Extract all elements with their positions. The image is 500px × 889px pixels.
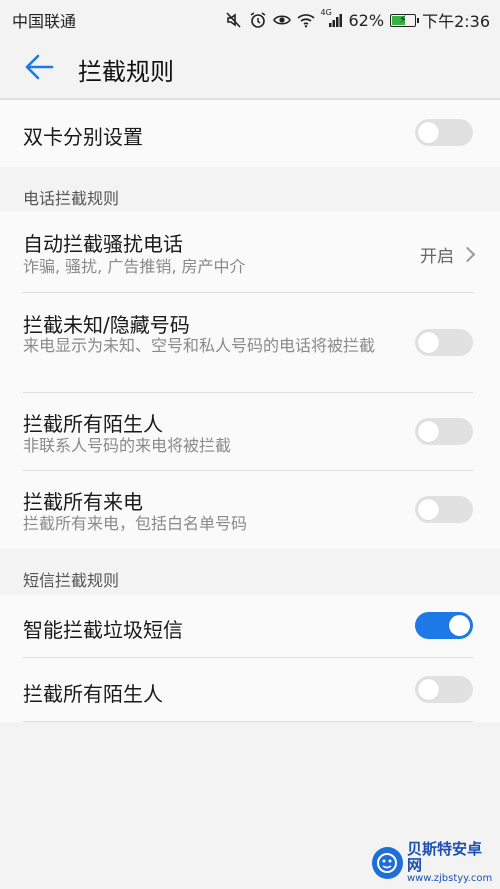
toggle-knob — [418, 332, 439, 353]
watermark: 贝斯特安卓网 www.zjbstyy.com — [372, 841, 494, 884]
carrier-label: 中国联通 — [12, 12, 77, 31]
call-rule-subtitle: 拦截所有来电，包括白名单号码 — [23, 514, 248, 533]
watermark-url: www.zjbstyy.com — [406, 873, 493, 884]
call-rule-strangers[interactable]: 拦截所有陌生人 非联系人号码的来电将被拦截 — [0, 393, 500, 471]
row-divider — [23, 721, 473, 722]
auto-harass-value-link[interactable]: 开启 — [420, 242, 476, 267]
app-bar: 拦截规则 — [0, 36, 500, 98]
eye-icon — [272, 12, 291, 28]
call-rule-title: 自动拦截骚扰电话 — [23, 232, 183, 256]
strangers-call-toggle[interactable] — [415, 418, 473, 445]
status-icons: 4G 62% ⚡ 下午2:36 — [225, 8, 490, 32]
signal-icon: 4G — [321, 8, 343, 28]
toggle-knob — [418, 679, 439, 700]
toggle-knob — [418, 499, 439, 520]
dual-sim-toggle[interactable] — [415, 119, 473, 146]
strangers-sms-toggle[interactable] — [415, 676, 473, 703]
toggle-knob — [449, 615, 470, 636]
watermark-name: 贝斯特安卓网 — [406, 840, 482, 874]
unknown-hidden-toggle[interactable] — [415, 329, 473, 356]
call-rule-title: 拦截所有来电 — [23, 490, 143, 514]
dual-sim-title: 双卡分别设置 — [23, 125, 143, 149]
sms-rule-title: 拦截所有陌生人 — [23, 682, 163, 706]
mute-icon — [225, 12, 243, 28]
all-calls-toggle[interactable] — [415, 496, 473, 523]
call-rule-title: 拦截未知/隐藏号码 — [23, 313, 190, 337]
chevron-right-icon — [459, 246, 476, 263]
sms-rule-strangers[interactable]: 拦截所有陌生人 — [0, 658, 500, 722]
alarm-icon — [249, 12, 267, 28]
dual-sim-row[interactable]: 双卡分别设置 — [0, 100, 500, 167]
call-rule-unknown-hidden[interactable]: 拦截未知/隐藏号码 来电显示为未知、空号和私人号码的电话将被拦截 — [0, 293, 500, 393]
call-section-header: 电话拦截规则 — [23, 189, 120, 208]
battery-icon: ⚡ — [390, 12, 420, 27]
call-rule-auto-harass[interactable]: 自动拦截骚扰电话 诈骗, 骚扰, 广告推销, 房产中介 开启 — [0, 211, 500, 293]
toggle-knob — [418, 122, 439, 143]
call-rule-title: 拦截所有陌生人 — [23, 412, 163, 436]
network-type-label: 4G — [320, 8, 332, 17]
sms-rule-smart-spam[interactable]: 智能拦截垃圾短信 — [0, 594, 500, 658]
watermark-logo-icon — [372, 847, 403, 879]
call-rule-all-calls[interactable]: 拦截所有来电 拦截所有来电，包括白名单号码 — [0, 471, 500, 549]
page-title: 拦截规则 — [78, 58, 174, 86]
charging-icon: ⚡ — [399, 12, 407, 26]
call-rule-subtitle: 来电显示为未知、空号和私人号码的电话将被拦截 — [23, 336, 376, 355]
sms-rule-title: 智能拦截垃圾短信 — [23, 618, 183, 642]
clock: 下午2:36 — [422, 12, 490, 31]
call-rule-subtitle: 诈骗, 骚扰, 广告推销, 房产中介 — [23, 257, 246, 276]
auto-harass-value: 开启 — [420, 247, 454, 267]
battery-percent: 62% — [348, 10, 385, 30]
smart-spam-toggle[interactable] — [415, 612, 473, 639]
status-bar: 中国联通 4G 62% ⚡ 下午2:36 — [0, 0, 500, 36]
sms-section-header: 短信拦截规则 — [23, 571, 120, 590]
arrow-left-icon[interactable] — [22, 51, 56, 83]
call-rule-subtitle: 非联系人号码的来电将被拦截 — [23, 436, 232, 455]
toggle-knob — [418, 421, 439, 442]
wifi-icon — [296, 12, 315, 28]
